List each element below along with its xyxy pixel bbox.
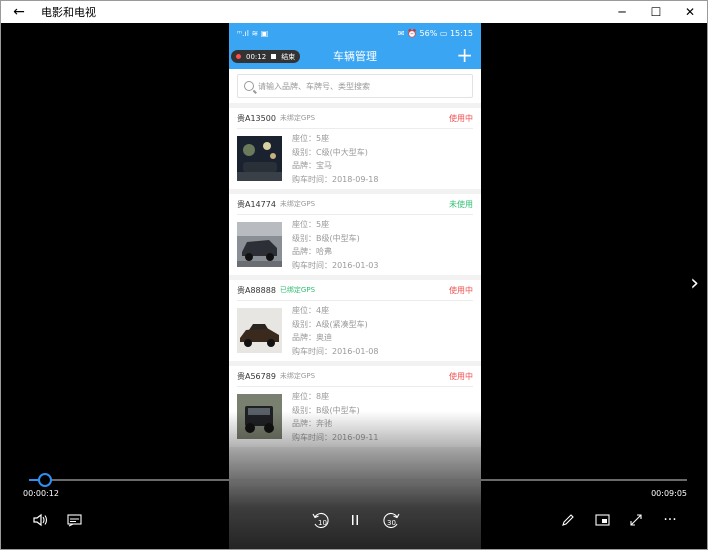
- vehicle-seats: 座位：8座: [292, 392, 330, 401]
- vehicle-purchase-date: 购车时间：2016-01-08: [292, 346, 379, 356]
- gps-status: 已绑定GPS: [279, 286, 316, 294]
- fullscreen-icon[interactable]: [625, 509, 647, 531]
- vehicle-seats: 座位：5座: [292, 134, 330, 143]
- vehicle-card-body: 座位：5座 级别：B级(中型车) 品牌：哈弗 购车时间：2016-01-03: [237, 215, 473, 272]
- video-stage[interactable]: ᵐ.ıl ≋ ▣ ✉ ⏰ 56% ▭ 15:15 00:12 结束 车辆管理 +: [1, 23, 707, 549]
- search-icon: [244, 81, 254, 91]
- vehicle-brand: 品牌：宝马: [292, 161, 332, 170]
- vehicle-card: 贵A14774 未绑定GPS 未使用 座位：5座 级别：B级(中型车) 品牌：哈…: [229, 194, 481, 275]
- vehicle-brand: 品牌：奔驰: [292, 419, 332, 428]
- vehicle-card: 贵A88888 已绑定GPS 使用中 座位：4座 级别：A级(紧凑型车) 品牌：…: [229, 280, 481, 361]
- seek-bar[interactable]: [29, 473, 687, 487]
- app-title: 车辆管理: [333, 50, 377, 63]
- close-button[interactable]: ✕: [673, 1, 707, 23]
- vehicle-class: 级别：B级(中型车): [292, 233, 360, 243]
- mini-view-icon[interactable]: [591, 509, 613, 531]
- back-arrow-icon[interactable]: ←: [1, 1, 37, 23]
- vehicle-card-header: 贵A56789 未绑定GPS 使用中: [237, 366, 473, 387]
- search-area: [229, 69, 481, 103]
- movies-tv-window: ← 电影和电视 ─ ☐ ✕ ᵐ.ıl ≋ ▣ ✉ ⏰ 56% ▭ 15:15 0…: [0, 0, 708, 550]
- minimize-button[interactable]: ─: [605, 1, 639, 23]
- vehicle-plate: 贵A56789: [237, 371, 276, 381]
- vehicle-plate: 贵A14774: [237, 199, 276, 209]
- gps-status: 未绑定GPS: [279, 372, 316, 380]
- vehicle-brand: 品牌：奥迪: [292, 333, 332, 342]
- vehicle-info: 座位：5座 级别：C级(中大型车) 品牌：宝马 购车时间：2018-09-18: [292, 132, 379, 186]
- app-bar: 00:12 结束 车辆管理 +: [229, 43, 481, 69]
- phone-status-bar: ᵐ.ıl ≋ ▣ ✉ ⏰ 56% ▭ 15:15: [229, 23, 481, 43]
- vehicle-info: 座位：4座 级别：A级(紧凑型车) 品牌：奥迪 购车时间：2016-01-08: [292, 304, 379, 358]
- recording-indicator: 00:12 结束: [231, 50, 301, 63]
- skip-forward-30-icon[interactable]: 30: [379, 509, 403, 531]
- vehicle-card: 贵A13500 未绑定GPS 使用中 座位：5座 级别：C级(中大型车) 品牌：…: [229, 108, 481, 189]
- vehicle-class: 级别：A级(紧凑型车): [292, 319, 368, 329]
- usage-status: 使用中: [449, 371, 473, 381]
- vehicle-brand: 品牌：哈弗: [292, 247, 332, 256]
- vehicle-photo-image: [237, 308, 282, 353]
- status-left: ᵐ.ıl ≋ ▣: [237, 28, 269, 38]
- vehicle-card-body: 座位：8座 级别：B级(中型车) 品牌：奔驰 购车时间：2016-09-11: [237, 387, 473, 444]
- gps-status: 未绑定GPS: [279, 200, 316, 208]
- pen-edit-icon[interactable]: [557, 509, 579, 531]
- volume-icon[interactable]: [29, 509, 51, 531]
- elapsed-time: 00:00:12: [23, 489, 59, 498]
- vehicle-photo-image: [237, 136, 282, 181]
- skip-back-10-icon[interactable]: 10: [309, 509, 333, 531]
- maximize-button[interactable]: ☐: [639, 1, 673, 23]
- pause-icon[interactable]: [345, 509, 365, 531]
- window-title: 电影和电视: [41, 6, 96, 19]
- recording-end-label: 结束: [281, 52, 296, 61]
- seek-bar-thumb[interactable]: [38, 473, 53, 487]
- add-vehicle-plus-icon: +: [456, 43, 473, 67]
- vehicle-info: 座位：8座 级别：B级(中型车) 品牌：奔驰 购车时间：2016-09-11: [292, 390, 379, 444]
- usage-status: 使用中: [449, 113, 473, 123]
- vehicle-card: 贵A56789 未绑定GPS 使用中 座位：8座 级别：B级(中型车) 品牌：奔…: [229, 366, 481, 447]
- total-duration: 00:09:05: [651, 489, 687, 498]
- vehicle-plate: 贵A88888: [237, 285, 276, 295]
- gps-status: 未绑定GPS: [279, 114, 316, 122]
- vehicle-purchase-date: 购车时间：2016-09-11: [292, 432, 379, 442]
- vehicle-card-body: 座位：5座 级别：C级(中大型车) 品牌：宝马 购车时间：2018-09-18: [237, 129, 473, 186]
- video-frame-phone-screen: ᵐ.ıl ≋ ▣ ✉ ⏰ 56% ▭ 15:15 00:12 结束 车辆管理 +: [229, 23, 481, 549]
- subtitles-icon[interactable]: [63, 509, 85, 531]
- vehicle-info: 座位：5座 级别：B级(中型车) 品牌：哈弗 购车时间：2016-01-03: [292, 218, 379, 272]
- vehicle-seats: 座位：4座: [292, 306, 330, 315]
- usage-status: 使用中: [449, 285, 473, 295]
- vehicle-class: 级别：B级(中型车): [292, 405, 360, 415]
- recording-time: 00:12: [246, 52, 267, 61]
- vehicle-class: 级别：C级(中大型车): [292, 147, 368, 157]
- vehicle-card-header: 贵A88888 已绑定GPS 使用中: [237, 280, 473, 301]
- vehicle-seats: 座位：5座: [292, 220, 330, 229]
- more-options-icon[interactable]: ···: [659, 509, 681, 531]
- vehicle-purchase-date: 购车时间：2018-09-18: [292, 174, 379, 184]
- record-dot-icon: [236, 54, 241, 59]
- vehicle-card-body: 座位：4座 级别：A级(紧凑型车) 品牌：奥迪 购车时间：2016-01-08: [237, 301, 473, 358]
- vehicle-photo-image: [237, 222, 282, 267]
- search-input: [258, 81, 458, 91]
- stop-square-icon: [271, 54, 277, 59]
- status-right: ✉ ⏰ 56% ▭ 15:15: [397, 28, 473, 38]
- vehicle-photo-image: [237, 394, 282, 439]
- vehicle-purchase-date: 购车时间：2016-01-03: [292, 260, 379, 270]
- search-box: [237, 74, 473, 98]
- vehicle-plate: 贵A13500: [237, 113, 276, 123]
- usage-status: 未使用: [449, 199, 473, 209]
- playback-controls: 10 30 ···: [1, 509, 707, 531]
- vehicle-card-header: 贵A14774 未绑定GPS 未使用: [237, 194, 473, 215]
- vehicle-card-header: 贵A13500 未绑定GPS 使用中: [237, 108, 473, 129]
- skip-forward-label: 30: [387, 519, 396, 527]
- title-bar: ← 电影和电视 ─ ☐ ✕: [1, 1, 707, 23]
- skip-back-label: 10: [318, 519, 327, 527]
- next-video-chevron-icon[interactable]: ›: [690, 271, 699, 296]
